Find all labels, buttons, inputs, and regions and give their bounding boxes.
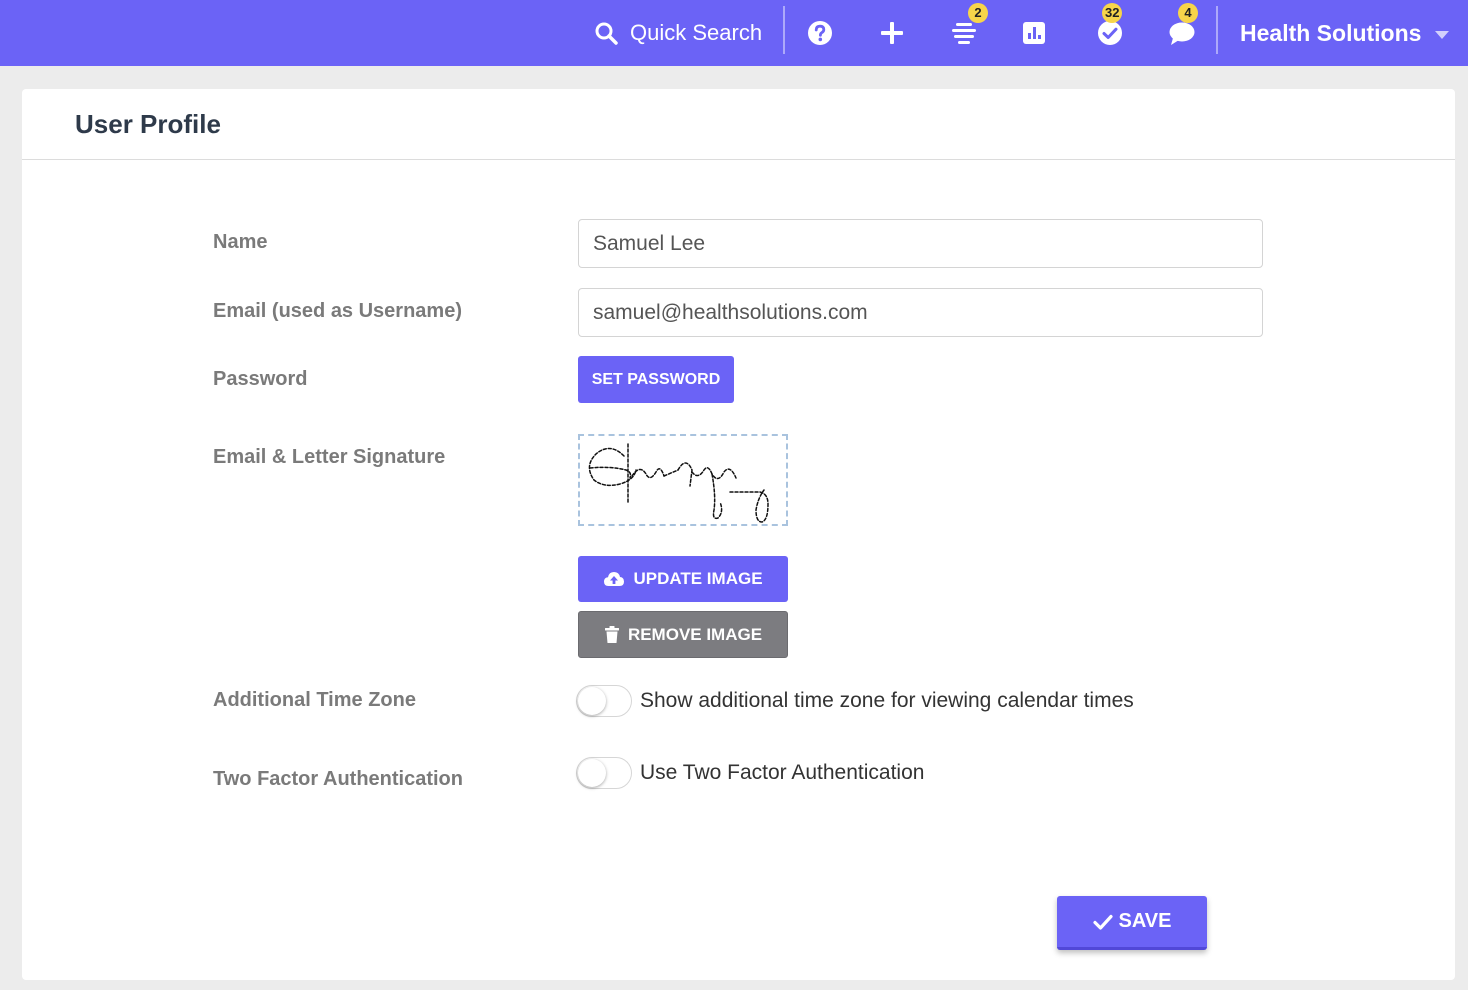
search-icon [595,22,618,45]
password-label: Password [213,368,308,390]
messages-badge: 4 [1178,3,1198,23]
name-label: Name [213,231,268,253]
quick-search-button[interactable]: Quick Search [594,0,766,66]
toggle-knob [578,687,606,715]
timezone-toggle[interactable] [576,685,632,717]
help-button[interactable] [796,0,844,66]
twofa-toggle[interactable] [576,757,632,789]
twofa-toggle-text: Use Two Factor Authentication [640,761,925,784]
card-header: User Profile [22,89,1455,160]
help-circle-icon [808,21,832,45]
caret-down-icon [1435,31,1450,39]
email-input[interactable] [578,288,1263,337]
add-button[interactable] [868,0,916,66]
remove-image-label: REMOVE IMAGE [627,624,763,644]
organization-name: Health Solutions [1240,19,1422,46]
cloud-upload-icon [604,572,625,586]
user-profile-card: User Profile Name Email (used as Usernam… [22,89,1455,980]
messages-button[interactable]: 4 [1158,0,1206,66]
reports-button[interactable] [1010,0,1058,66]
organization-switcher[interactable]: Health Solutions [1240,0,1460,66]
topbar-divider [1216,6,1218,54]
save-label: SAVE [1118,910,1172,932]
check-circle-icon [1098,21,1122,45]
set-password-button[interactable]: SET PASSWORD [578,356,734,403]
topbar-divider [783,6,785,54]
list-feed-icon [952,23,976,44]
email-label: Email (used as Username) [213,300,462,322]
save-button[interactable]: SAVE [1057,896,1207,950]
update-image-label: UPDATE IMAGE [633,569,763,588]
plus-icon [881,22,903,44]
timezone-toggle-text: Show additional time zone for viewing ca… [640,689,1134,712]
update-image-button[interactable]: UPDATE IMAGE [578,556,788,602]
tasks-button[interactable]: 32 [1086,0,1134,66]
feed-badge: 2 [968,3,988,23]
quick-search-label: Quick Search [630,20,763,45]
remove-image-button[interactable]: REMOVE IMAGE [578,611,788,658]
signature-image [578,434,788,526]
toggle-knob [578,759,606,787]
chat-bubble-icon [1169,22,1195,45]
twofa-label: Two Factor Authentication [213,768,463,790]
trash-icon [604,625,619,643]
timezone-label: Additional Time Zone [213,689,416,711]
check-icon [1092,914,1113,930]
top-navigation-bar: Quick Search 2 32 4 Health Solutions [0,0,1468,66]
bar-chart-icon [1023,22,1045,44]
name-input[interactable] [578,219,1263,268]
page-title: User Profile [75,108,221,139]
signature-label: Email & Letter Signature [213,446,446,468]
feed-button[interactable]: 2 [940,0,988,66]
